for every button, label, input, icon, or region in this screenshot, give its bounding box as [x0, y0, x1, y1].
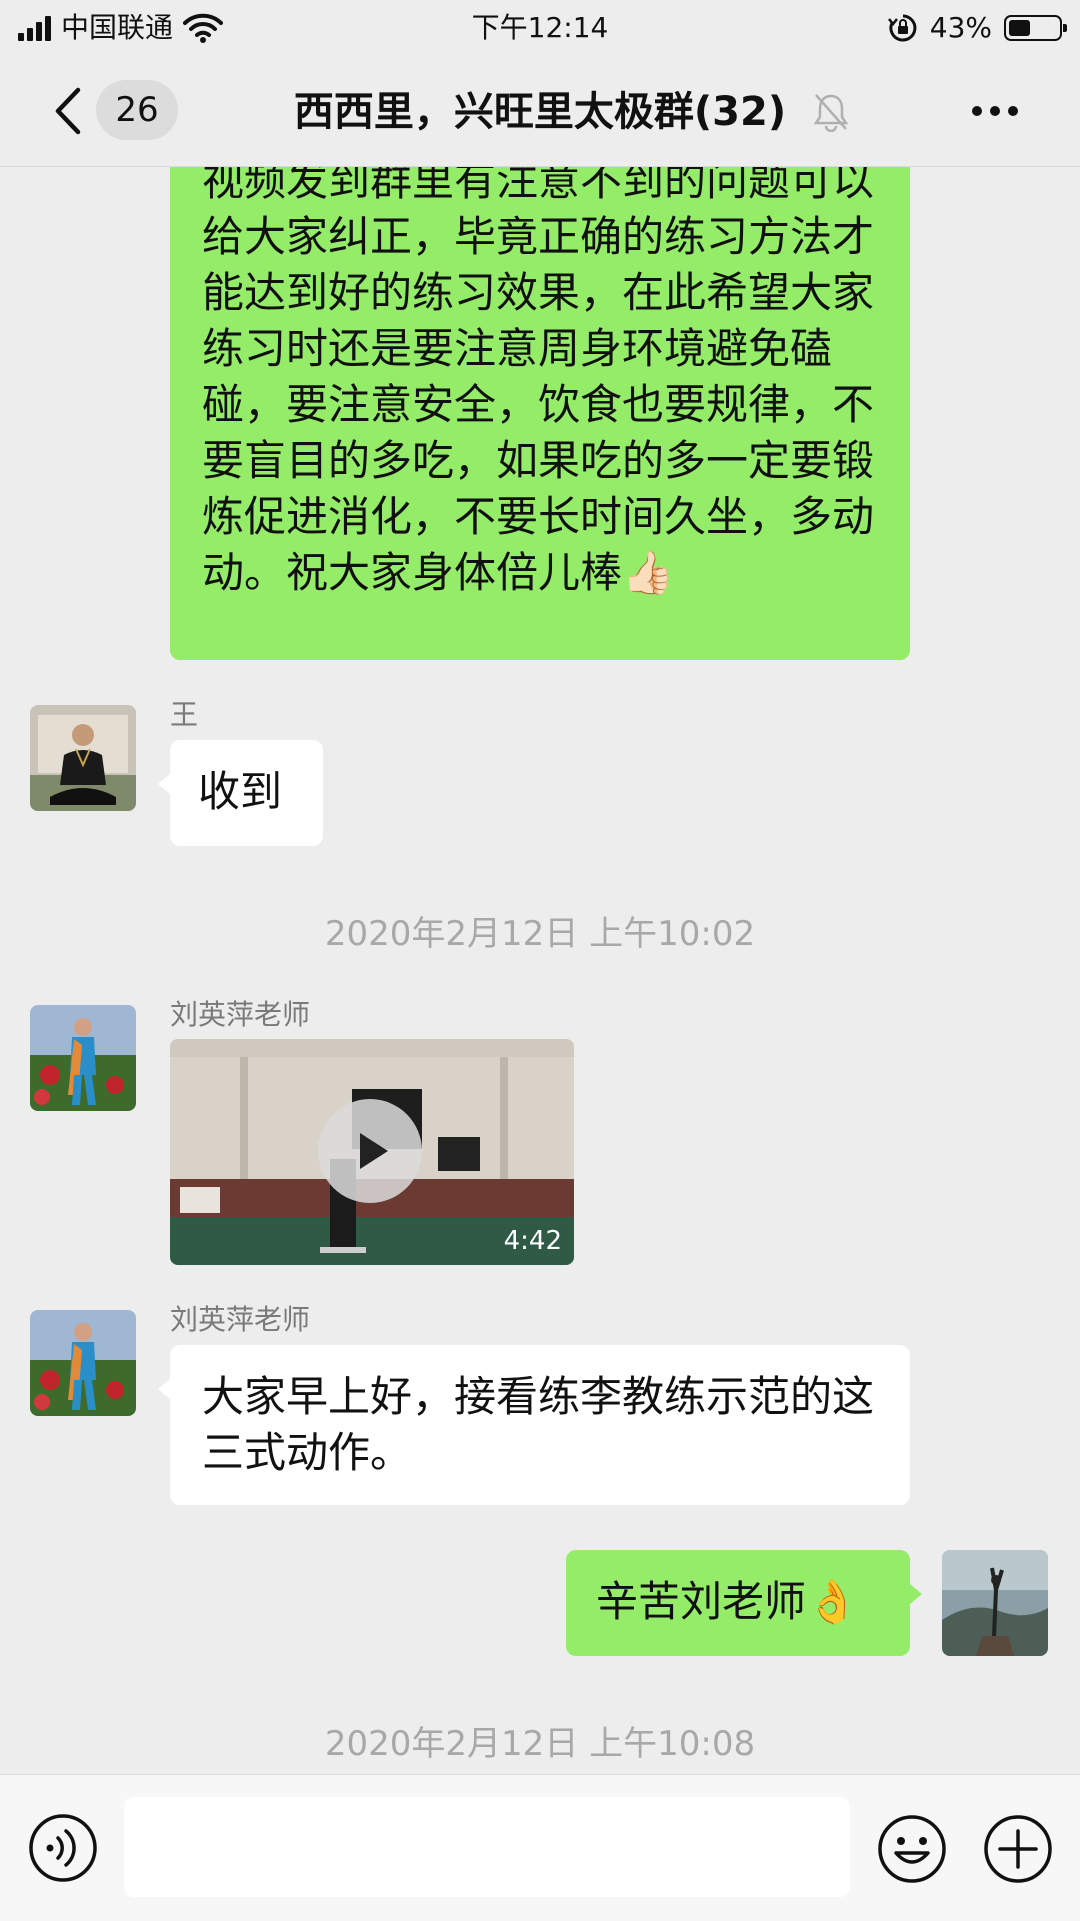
message-text: 视频发到群里有注意不到的问题可以给大家纠正，毕竟正确的练习方法才能达到好的练习效…: [202, 167, 875, 597]
message-bubble-other[interactable]: 大家早上好，接看练李教练示范的这三式动作。: [170, 1345, 910, 1505]
avatar-liu[interactable]: [30, 1310, 136, 1416]
timestamp: 2020年2月12日 上午10:08: [324, 1724, 756, 1764]
chat-header: 26 西西里，兴旺里太极群(32): [0, 56, 1080, 167]
emoji-icon[interactable]: [876, 1813, 948, 1885]
message-text: 辛苦刘老师👌: [596, 1577, 859, 1626]
sender-name: 刘英萍老师: [170, 1303, 311, 1336]
play-icon[interactable]: [318, 1099, 422, 1203]
sender-name: 刘英萍老师: [170, 998, 311, 1031]
plus-icon[interactable]: [982, 1813, 1054, 1885]
more-dots-icon[interactable]: [970, 104, 1020, 118]
message-text: 收到: [198, 767, 283, 816]
message-bubble-other[interactable]: 收到: [170, 740, 323, 846]
input-bar: [0, 1774, 1080, 1921]
message-bubble-self[interactable]: 辛苦刘老师👌: [566, 1550, 910, 1656]
message-list[interactable]: 视频发到群里有注意不到的问题可以给大家纠正，毕竟正确的练习方法才能达到好的练习效…: [0, 167, 1080, 1774]
avatar-liu[interactable]: [30, 1005, 136, 1111]
status-bar: 中国联通 下午12:14 43%: [0, 0, 1080, 56]
timestamp: 2020年2月12日 上午10:02: [324, 914, 756, 954]
video-message[interactable]: 4:42: [170, 1039, 574, 1265]
message-input[interactable]: [124, 1797, 850, 1897]
avatar-self[interactable]: [942, 1550, 1048, 1656]
avatar-wang[interactable]: [30, 705, 136, 811]
bell-muted-icon: [813, 94, 849, 132]
battery-level-fill: [1009, 20, 1030, 36]
message-bubble-self-long[interactable]: 视频发到群里有注意不到的问题可以给大家纠正，毕竟正确的练习方法才能达到好的练习效…: [170, 167, 910, 660]
rotation-lock-icon: [887, 14, 917, 42]
sender-name: 王: [170, 698, 199, 731]
message-text: 大家早上好，接看练李教练示范的这三式动作。: [202, 1372, 875, 1477]
chat-title: 西西里，兴旺里太极群(32): [293, 89, 787, 135]
battery-icon: [1004, 15, 1067, 41]
video-duration: 4:42: [503, 1226, 562, 1256]
battery-percent: 43%: [929, 11, 992, 44]
voice-icon[interactable]: [28, 1813, 98, 1883]
